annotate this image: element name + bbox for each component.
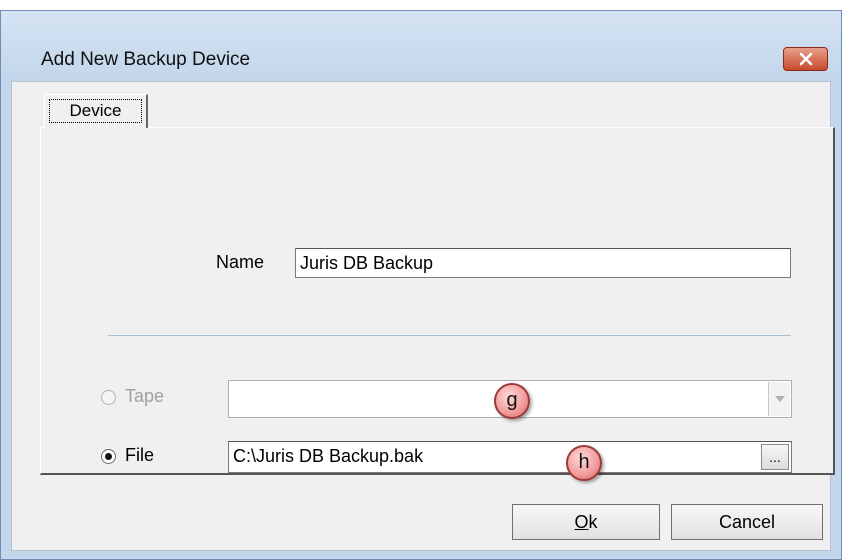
file-radio[interactable] — [101, 449, 116, 464]
close-button[interactable] — [783, 47, 828, 71]
radio-selected-dot — [105, 453, 112, 460]
add-backup-device-dialog: Add New Backup Device Device Name Juris … — [0, 10, 842, 560]
dropdown-arrow-icon[interactable] — [768, 382, 790, 416]
file-path-input[interactable]: C:\Juris DB Backup.bak ... — [228, 441, 792, 473]
name-label: Name — [216, 252, 265, 272]
browse-button[interactable]: ... — [761, 444, 789, 470]
ok-label-rest: k — [588, 512, 598, 532]
tape-radio[interactable] — [101, 390, 116, 405]
tab-device-label: Device — [49, 99, 142, 123]
device-tab-panel: Name Juris DB Backup Tape File C:\Juris … — [40, 127, 835, 475]
file-path-value: C:\Juris DB Backup.bak — [233, 446, 424, 466]
tape-label: Tape — [125, 386, 165, 406]
ok-button[interactable]: Ok — [512, 504, 660, 540]
callout-h: h — [566, 445, 602, 481]
file-label: File — [125, 445, 155, 465]
cancel-button[interactable]: Cancel — [671, 504, 823, 540]
dialog-body: Device Name Juris DB Backup Tape File C:… — [11, 81, 835, 551]
name-input[interactable]: Juris DB Backup — [295, 248, 791, 278]
title-bar: Add New Backup Device — [1, 11, 841, 81]
callout-g: g — [494, 383, 530, 419]
ok-mnemonic: O — [574, 512, 589, 532]
tab-device[interactable]: Device — [44, 94, 148, 128]
close-x-icon — [799, 52, 812, 66]
dialog-title: Add New Backup Device — [41, 49, 251, 70]
divider — [108, 335, 791, 336]
